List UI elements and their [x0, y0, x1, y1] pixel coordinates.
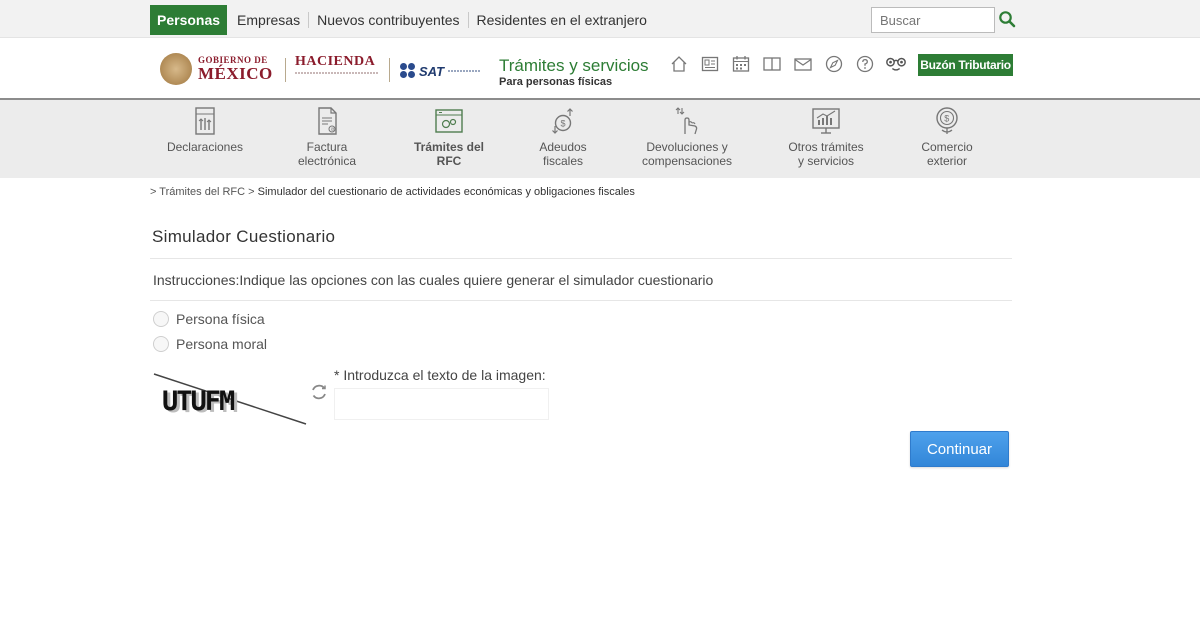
category-label: Comercio exterior	[921, 140, 973, 168]
calendar-icon[interactable]	[730, 53, 752, 75]
svg-text:@: @	[331, 127, 336, 132]
audience-nav: Personas Empresas Nuevos contribuyentes …	[150, 5, 655, 35]
search-icon[interactable]	[998, 10, 1016, 28]
radio-label: Persona física	[176, 311, 265, 327]
svg-text:$: $	[561, 119, 566, 129]
hacienda-logo[interactable]: HACIENDA	[295, 54, 379, 84]
captcha-input[interactable]	[334, 388, 549, 420]
breadcrumb-separator: >	[248, 186, 255, 198]
captcha-label: * Introduzca el texto de la imagen:	[334, 367, 546, 383]
radio-label: Persona moral	[176, 336, 268, 352]
nav-nuevos-contribuyentes[interactable]: Nuevos contribuyentes	[309, 12, 469, 28]
category-label: Trámites del RFC	[413, 140, 485, 168]
category-label: Declaraciones	[166, 140, 244, 154]
captcha-image: UTUFM UTUFM	[153, 373, 307, 425]
svg-text:$: $	[944, 114, 949, 124]
declaraciones-icon	[195, 107, 215, 135]
help-icon[interactable]	[854, 53, 876, 75]
header-subtitle: Para personas físicas	[499, 76, 613, 88]
comercio-icon: $	[936, 107, 958, 134]
header-icons	[668, 53, 916, 75]
persona-fisica-radio[interactable]	[153, 311, 169, 327]
factura-icon: @	[318, 107, 337, 135]
category-tramites-rfc[interactable]: Trámites del RFC	[389, 106, 509, 168]
continue-button[interactable]: Continuar	[910, 431, 1009, 467]
category-nav: Declaraciones @ Factura electrónica Trám…	[0, 100, 1200, 178]
nav-empresas[interactable]: Empresas	[229, 12, 310, 28]
breadcrumb: > Trámites del RFC > Simulador del cuest…	[150, 186, 635, 198]
hacienda-logo-text: HACIENDA	[295, 54, 376, 69]
category-label: Adeudos fiscales	[539, 140, 587, 168]
rfc-icon	[435, 109, 463, 133]
breadcrumb-link-tramites-rfc[interactable]: Trámites del RFC	[159, 186, 245, 198]
instructions-text: Instrucciones:Indique las opciones con l…	[153, 272, 714, 288]
mail-icon[interactable]	[792, 53, 814, 75]
divider	[150, 258, 1012, 259]
logo-divider	[389, 58, 390, 82]
category-devoluciones[interactable]: Devoluciones y compensaciones	[627, 106, 747, 168]
logo-divider	[285, 58, 286, 82]
gobierno-mexico-logo[interactable]: GOBIERNO DE MÉXICO	[160, 52, 275, 86]
header-title: Trámites y servicios	[499, 56, 649, 75]
top-bar: Personas Empresas Nuevos contribuyentes …	[0, 0, 1200, 38]
adeudos-icon: $	[552, 108, 573, 134]
page-title: Simulador Cuestionario	[152, 227, 336, 246]
category-adeudos-fiscales[interactable]: $ Adeudos fiscales	[503, 106, 623, 168]
sat-logo-text: SAT	[418, 63, 445, 79]
book-icon[interactable]	[761, 53, 783, 75]
refresh-captcha-icon[interactable]	[309, 382, 329, 402]
category-label: Otros trámites y servicios	[788, 140, 864, 168]
persona-moral-radio[interactable]	[153, 336, 169, 352]
category-label: Devoluciones y compensaciones	[641, 140, 733, 168]
otros-icon	[812, 108, 840, 134]
category-otros-tramites[interactable]: Otros trámites y servicios	[766, 106, 886, 168]
gob-logo-big: MÉXICO	[198, 64, 273, 83]
category-label: Factura electrónica	[297, 140, 357, 168]
buzon-tributario-button[interactable]: Buzón Tributario	[918, 54, 1013, 76]
accessibility-icon[interactable]	[885, 53, 907, 75]
compass-icon[interactable]	[823, 53, 845, 75]
category-declaraciones[interactable]: Declaraciones	[145, 106, 265, 154]
category-factura-electronica[interactable]: @ Factura electrónica	[267, 106, 387, 168]
site-header: GOBIERNO DE MÉXICO HACIENDA SAT Trámites…	[0, 38, 1200, 100]
search-input[interactable]	[871, 7, 995, 33]
news-icon[interactable]	[699, 53, 721, 75]
breadcrumb-current: Simulador del cuestionario de actividade…	[257, 186, 635, 198]
devoluciones-icon	[675, 107, 698, 135]
breadcrumb-separator: >	[150, 186, 157, 198]
option-persona-fisica[interactable]: Persona física	[153, 311, 265, 327]
sat-logo[interactable]: SAT	[400, 60, 480, 82]
home-icon[interactable]	[668, 53, 690, 75]
nav-residentes-extranjero[interactable]: Residentes en el extranjero	[469, 12, 655, 28]
divider	[150, 300, 1012, 301]
mexico-seal-icon	[160, 53, 192, 85]
option-persona-moral[interactable]: Persona moral	[153, 336, 267, 352]
nav-personas[interactable]: Personas	[150, 5, 228, 35]
sat-mark-icon	[400, 63, 416, 79]
captcha-text: UTUFM	[162, 386, 235, 417]
category-comercio-exterior[interactable]: $ Comercio exterior	[887, 106, 1007, 168]
